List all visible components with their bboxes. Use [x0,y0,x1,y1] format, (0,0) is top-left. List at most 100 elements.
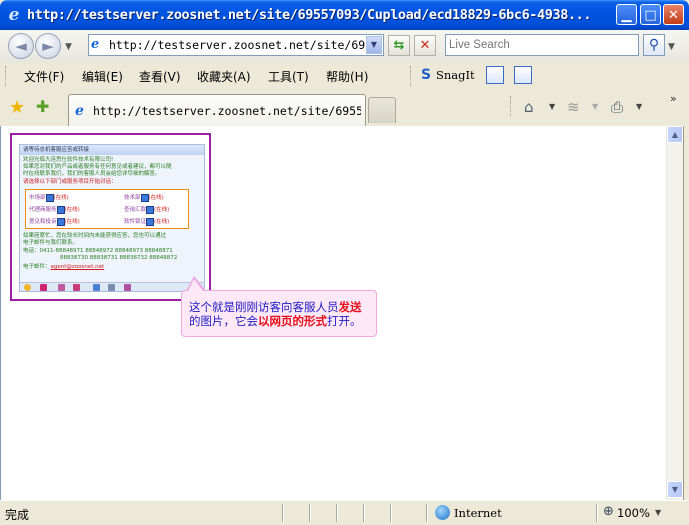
callout-pointer [188,279,203,291]
address-dropdown-button[interactable]: ▼ [366,36,382,54]
add-favorites-icon[interactable]: ✚ [36,97,49,116]
chat-line: 欢迎光临大连思仕软件技术有限公司! [23,157,114,163]
search-box[interactable] [445,34,639,56]
zoom-level[interactable]: 100% [617,506,650,520]
vertical-scrollbar[interactable]: ▲ ▼ [666,126,683,500]
pen-icon [58,284,65,291]
minimize-button[interactable]: ▁ [616,4,637,25]
service-item: 软件锁证 (在线) [124,217,170,226]
chat-status-icon [56,205,65,214]
search-options-dropdown[interactable]: ▼ [668,42,675,52]
chat-line: 如果您对我们的产品或者服务有任何意见或者建议，都可以随 [23,164,172,170]
favorites-star-icon[interactable]: ★ [9,97,25,118]
snagit-icon[interactable]: S [421,67,431,83]
callout-text: 这个就是刚刚访客向客服人员发送的图片，它会以网页的形式打开。 [189,300,362,328]
service-item: 查询汇款 (在线) [124,205,170,214]
chat-status-icon [45,193,54,202]
search-input[interactable] [449,36,635,54]
scroll-up-button[interactable]: ▲ [667,126,683,143]
service-item: 代理商服务 (在线) [29,205,80,214]
snagit-button[interactable]: SnagIt [436,68,475,82]
scroll-down-button[interactable]: ▼ [667,481,683,498]
new-tab-button[interactable] [368,97,396,123]
refresh-button[interactable]: ⇆ [388,35,410,56]
address-bar[interactable]: e http://testserver.zoosnet.net/site/695… [88,34,384,56]
chat-line: 88838730 88838731 88838732 88848872 [60,255,178,261]
close-button[interactable]: ✕ [663,4,684,25]
image-icon [73,284,80,291]
emoticon-icon [24,284,31,291]
chat-window: 请等待总机客服应答或转接 欢迎光临大连思仕软件技术有限公司! 如果您对我们的产品… [19,144,205,292]
status-divider [426,504,428,522]
chat-line: 请选择以下部门或服务项目开始对话： [23,179,117,185]
toolbar-grip[interactable] [510,96,514,116]
feeds-icon[interactable]: ≋ [567,98,580,116]
search-button[interactable]: ⚲ [643,34,665,56]
print-icon[interactable]: ⎙ [611,98,623,116]
status-text: 完成 [5,508,30,522]
address-input[interactable]: http://testserver.zoosnet.net/site/69557… [109,38,365,52]
menu-edit[interactable]: 编辑(E) [82,68,123,85]
status-divider [336,504,338,522]
print-dropdown-icon[interactable]: ▼ [636,102,642,111]
snagit-window-icon[interactable] [486,66,504,84]
chat-email-link: agent@zoosnet.net [50,264,105,270]
service-item: 技术部 (在线) [124,193,164,202]
window-title: http://testserver.zoosnet.net/site/69557… [27,7,592,23]
annotation-callout: 这个就是刚刚访客向客服人员发送的图片，它会以网页的形式打开。 [181,290,377,337]
chat-status-icon [146,205,155,214]
feeds-dropdown-icon[interactable]: ▼ [592,102,598,111]
status-divider [596,504,598,522]
toolbar-grip[interactable] [410,66,414,86]
zoom-icon[interactable]: ⊕ [603,504,614,519]
security-zone[interactable]: Internet [454,506,502,520]
chat-toolbar [20,282,204,291]
more-commands-chevron-icon[interactable]: » [670,92,677,105]
chat-status-icon [146,217,155,226]
window-border [683,126,689,500]
recent-pages-dropdown[interactable]: ▼ [65,42,72,52]
service-item: 市场部 (在线) [29,193,69,202]
back-button[interactable]: ◄ [8,33,34,59]
chat-header: 请等待总机客服应答或转接 [20,145,204,155]
font-icon [40,284,47,291]
service-list: 市场部 (在线) 技术部 (在线) 代理商服务 (在线) 查询汇款 (在线) 意见和投诉… [25,189,189,229]
chat-line: 时在线联系我们，我们的客服人员会给您详尽细的解答。 [23,171,161,177]
home-dropdown-icon[interactable]: ▼ [549,102,555,111]
title-bar[interactable]: e http://testserver.zoosnet.net/site/695… [0,0,689,30]
file-icon [124,284,131,291]
page-icon: e [91,37,100,52]
tab-bar: ★ ✚ e http://testserver.zoosnet.net/site… [0,90,689,127]
tab-active[interactable]: e http://testserver.zoosnet.net/site/695… [68,94,366,126]
chat-line: 电话：0411-88848971 88848972 88848973 88848… [23,248,173,254]
save-icon [93,284,100,291]
menu-help[interactable]: 帮助(H) [326,68,368,85]
page-icon: e [75,103,84,119]
home-icon[interactable]: ⌂ [524,98,534,116]
forward-button[interactable]: ► [35,33,61,59]
toolbar-grip[interactable] [5,66,9,86]
status-divider [363,504,365,522]
snagit-edit-icon[interactable] [514,66,532,84]
stop-button[interactable]: ✕ [414,35,436,56]
maximize-button[interactable]: □ [640,4,661,25]
ie-icon: e [8,5,20,25]
chat-line: 电子邮件与我们联系。 [23,240,79,246]
internet-globe-icon [435,505,450,520]
tab-title: http://testserver.zoosnet.net/site/69557… [93,104,361,118]
chat-line: 电子邮件：agent@zoosnet.net [23,264,105,270]
print-icon [108,284,115,291]
navigation-bar: ◄ ► ▼ e http://testserver.zoosnet.net/si… [0,30,689,63]
menu-file[interactable]: 文件(F) [24,68,64,85]
menu-tools[interactable]: 工具(T) [268,68,309,85]
zoom-dropdown-icon[interactable]: ▼ [655,508,661,517]
status-bar: 完成 Internet ⊕ 100% ▼ [0,500,689,525]
service-item: 意见和投诉 (在线) [29,217,80,226]
chat-screenshot-image: 请等待总机客服应答或转接 欢迎光临大连思仕软件技术有限公司! 如果您对我们的产品… [10,133,211,301]
chat-status-icon [140,193,149,202]
status-divider [309,504,311,522]
menu-favorites[interactable]: 收藏夹(A) [197,68,251,85]
menu-view[interactable]: 查看(V) [139,68,181,85]
chat-status-icon [56,217,65,226]
status-divider [282,504,284,522]
